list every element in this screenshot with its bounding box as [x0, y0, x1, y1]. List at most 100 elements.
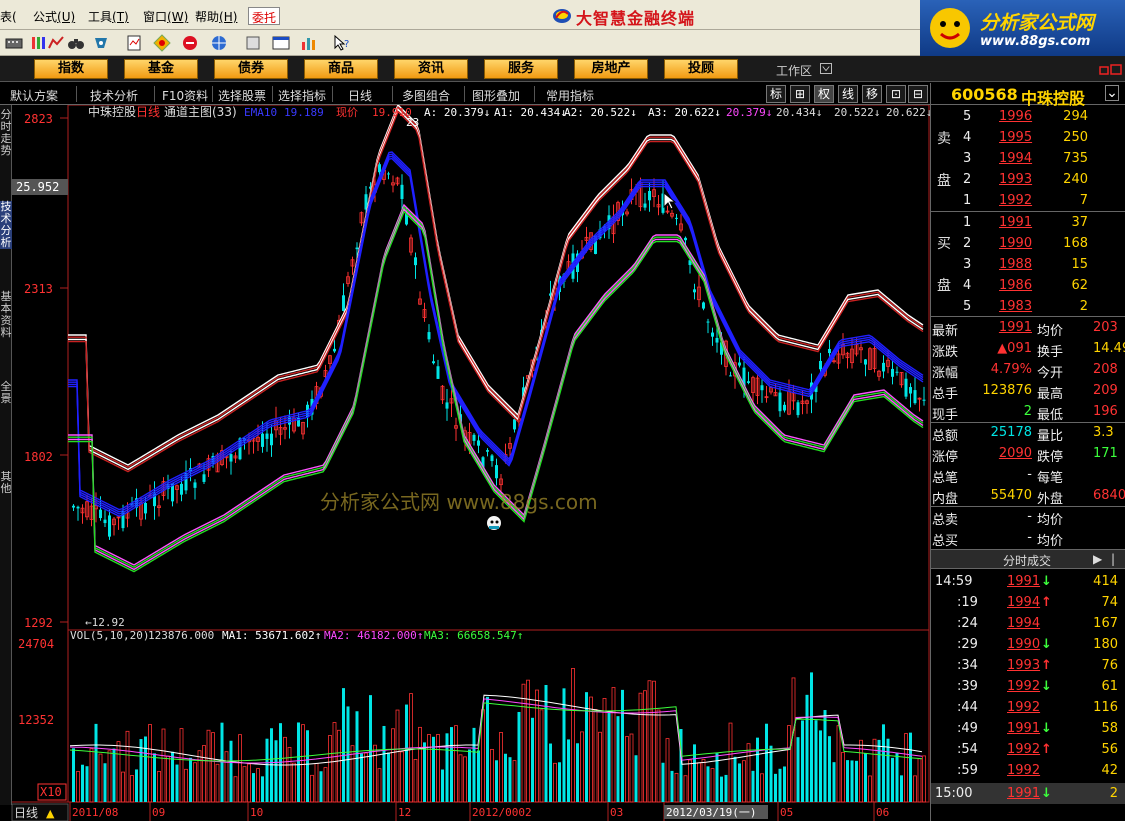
ask-row[interactable]: 5 1996 294 [931, 106, 1125, 127]
multi-chart-menu[interactable]: 多图组合 [402, 87, 450, 104]
candle-body [711, 332, 714, 337]
help-cursor-icon[interactable]: ? [333, 34, 351, 52]
trade-price: 1994 [1007, 616, 1041, 631]
category-fund-button[interactable]: 基金 [124, 59, 198, 79]
report-icon[interactable] [125, 34, 143, 52]
select-indicator-menu[interactable]: 选择指标 [278, 87, 326, 104]
candle-body [778, 392, 782, 412]
stat-value: 55470 [990, 488, 1032, 503]
ask-row[interactable]: 3 1994 735 [931, 148, 1125, 169]
category-realestate-button[interactable]: 房地产 [574, 59, 648, 79]
trade-price: 1991 [1007, 721, 1041, 736]
color-bars-icon[interactable] [30, 34, 48, 52]
workspace-label[interactable]: 工作区 [776, 62, 812, 79]
red-circle-icon[interactable] [181, 34, 199, 52]
a-value-label: 20.379↓ [726, 106, 772, 119]
chart-stock-title: 中珠控股 [88, 105, 136, 119]
rights-button[interactable]: 权 [814, 85, 834, 103]
trade-row: :29 1990 ↓ 180 [931, 634, 1125, 655]
bid-volume: 2 [1079, 299, 1088, 314]
move-button[interactable]: 移 [862, 85, 882, 103]
ask-row[interactable]: 1 1992 7 [931, 190, 1125, 211]
bid-row[interactable]: 3 1988 15 [931, 254, 1125, 275]
category-commodity-button[interactable]: 商品 [304, 59, 378, 79]
grid-button[interactable]: ⊞ [790, 85, 810, 103]
volume-bar [323, 767, 328, 803]
line-button[interactable]: 线 [838, 85, 858, 103]
volume-bar [135, 769, 138, 802]
zoom-button[interactable]: ⊡ [886, 85, 906, 103]
category-advisor-button[interactable]: 投顾 [664, 59, 738, 79]
panel-toggle-button[interactable]: ⊟ [908, 85, 928, 103]
candle-body [495, 465, 498, 479]
stat-value: - [1027, 467, 1032, 482]
bid-row[interactable]: 5 1983 2 [931, 296, 1125, 317]
bid-row[interactable]: 1 1991 37 [931, 212, 1125, 233]
keyboard-icon[interactable] [5, 34, 23, 52]
menu-item-formula[interactable]: 公式(U) [33, 8, 75, 25]
commission-button[interactable]: 委托 [248, 7, 281, 25]
tech-analysis-menu[interactable]: 技术分析 [90, 87, 138, 104]
document-icon[interactable] [244, 34, 262, 52]
volume-bar [882, 724, 885, 802]
menu-item-help[interactable]: 帮助(H) [195, 8, 237, 25]
upper-channel-line [68, 105, 924, 466]
category-bond-button[interactable]: 债券 [214, 59, 288, 79]
volume-bar [206, 729, 211, 803]
volume-bar [728, 722, 733, 803]
restore-window-icon[interactable] [1098, 62, 1124, 78]
trades-header-label[interactable]: 分时成交 [1003, 552, 1051, 569]
mark-button[interactable]: 标 [766, 85, 786, 103]
volume-bar [909, 732, 912, 802]
trade-volume: 74 [1101, 595, 1118, 610]
ma1-label: MA1: 53671.602↑ [222, 629, 321, 642]
stat-label: 总手 [932, 387, 959, 402]
menu-item-window[interactable]: 窗口(W) [143, 8, 188, 25]
bars-icon[interactable] [300, 34, 318, 52]
period-menu[interactable]: 日线 [348, 87, 372, 104]
globe-icon[interactable] [210, 34, 228, 52]
stat-label: 总买 [932, 534, 959, 549]
alarm-icon[interactable] [92, 34, 110, 52]
stat-value: 171 [1093, 446, 1118, 461]
f10-menu[interactable]: F10资料 [162, 87, 208, 104]
vol-y-axis-label: 24704 [18, 637, 54, 651]
bid-row[interactable]: 2 1990 168 [931, 233, 1125, 254]
volume-bar [814, 720, 818, 802]
diamond-icon[interactable] [153, 34, 171, 52]
chart-type-icon[interactable] [47, 34, 65, 52]
candlestick-series [72, 162, 926, 540]
chevron-down-icon[interactable]: ⌄ [1105, 85, 1119, 101]
default-scheme-menu[interactable]: 默认方案 [10, 87, 58, 104]
kline-chart[interactable]: 2823 25.952 2313 1802 1292 24704 12352 X… [0, 105, 930, 821]
ask-row[interactable]: 2 1993 240 [931, 169, 1125, 190]
ema-line [68, 157, 924, 517]
volume-bar [724, 774, 728, 802]
overlay-menu[interactable]: 图形叠加 [472, 87, 520, 104]
category-index-button[interactable]: 指数 [34, 59, 108, 79]
candle-body [436, 366, 440, 379]
menu-item-tools[interactable]: 工具(T) [88, 8, 129, 25]
candle-body [99, 509, 102, 519]
volume-bar [841, 751, 845, 803]
select-stock-menu[interactable]: 选择股票 [218, 87, 266, 104]
trades-side-tab[interactable]: | [1111, 552, 1115, 566]
category-news-button[interactable]: 资讯 [394, 59, 468, 79]
binoculars-icon[interactable] [67, 34, 85, 52]
trade-row: :34 1993 ↑ 76 [931, 655, 1125, 676]
common-indicator-menu[interactable]: 常用指标 [546, 87, 594, 104]
window-layout-icon[interactable] [272, 34, 290, 52]
menu-item-partial[interactable]: 表( [0, 8, 17, 25]
volume-bar [526, 679, 530, 803]
ask-row[interactable]: 4 1995 250 [931, 127, 1125, 148]
volume-bar [629, 733, 634, 803]
trade-volume: 116 [1093, 700, 1118, 715]
stat-value: 1991 [998, 320, 1032, 335]
bid-row[interactable]: 4 1986 62 [931, 275, 1125, 296]
candle-body [648, 190, 651, 201]
chevron-down-icon[interactable] [820, 63, 832, 74]
triangle-up-icon[interactable]: ▲ [46, 807, 55, 820]
play-icon[interactable]: ▶ [1093, 552, 1102, 566]
stat-row: 涨停 2090 跌停 171 [931, 443, 1125, 465]
category-service-button[interactable]: 服务 [484, 59, 558, 79]
